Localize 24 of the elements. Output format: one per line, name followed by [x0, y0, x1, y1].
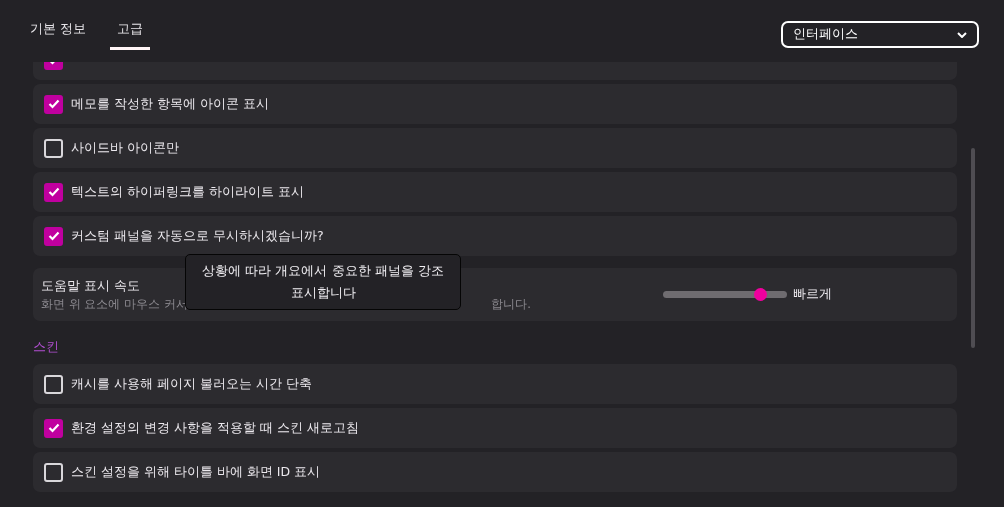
checkbox[interactable]	[44, 94, 63, 114]
slider-track[interactable]	[663, 291, 787, 298]
scrollbar-thumb[interactable]	[971, 148, 975, 348]
checkbox-label: 메모를 작성한 항목에 아이콘 표시	[71, 95, 269, 113]
section-heading: 스킨	[33, 339, 60, 356]
tab[interactable]: 고급	[110, 20, 151, 50]
checkbox[interactable]	[44, 182, 63, 202]
checkbox-label: 환경 설정의 변경 사항을 적용할 때 스킨 새로고침	[71, 419, 359, 437]
checkbox-label: 사이드바 아이콘만	[71, 139, 179, 157]
help-tooltip: 상황에 따라 개요에서 중요한 패널을 강조 표시합니다	[185, 254, 461, 310]
checkbox[interactable]	[44, 226, 63, 246]
dropdown-value: 인터페이스	[793, 26, 858, 43]
slider-value-label: 빠르게	[793, 286, 832, 303]
checkbox-label: 커스텀 패널을 자동으로 무시하시겠습니까?	[71, 227, 324, 245]
checkbox-label: 캐시를 사용해 페이지 불러오는 시간 단축	[71, 375, 312, 393]
checkbox-label: 스킨 설정을 위해 타이틀 바에 화면 ID 표시	[71, 463, 321, 481]
setting-title: 도움말 표시 속도	[41, 277, 140, 295]
category-dropdown[interactable]: 인터페이스	[781, 21, 979, 48]
setting-description: 합니다.	[491, 296, 531, 312]
checkbox-label: 텍스트의 하이퍼링크를 하이라이트 표시	[71, 183, 304, 201]
slider-thumb[interactable]	[753, 288, 767, 301]
caret-icon	[957, 31, 967, 38]
tab[interactable]: 기본 정보	[28, 20, 89, 50]
checkbox[interactable]	[44, 418, 63, 438]
